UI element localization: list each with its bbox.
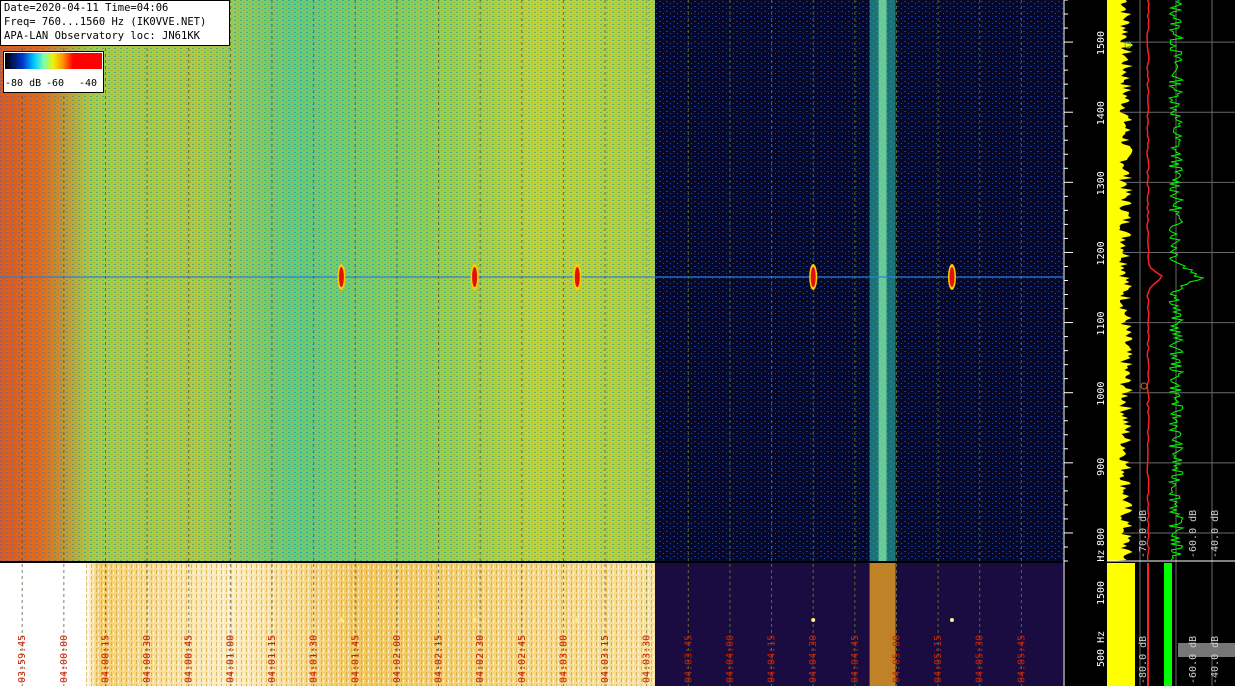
- time-tick-label-17: 04:04:00: [725, 635, 736, 683]
- time-tick-label-11: 04:02:30: [475, 635, 486, 683]
- time-tick-label-12: 04:02:45: [517, 635, 528, 683]
- bottom-spectrum-gray-band: [1178, 643, 1235, 657]
- spectrogram-screen: 800 900 1000 1100 1200 1300 1400 1500 Hz 1500 500 …: [0, 0, 1235, 686]
- time-tick-label-2: 04:00:15: [100, 635, 111, 683]
- time-tick-label-16: 04:03:45: [683, 635, 694, 683]
- color-scale-legend: -80 dB -60 -40: [3, 51, 104, 93]
- frequency-tick-label-2: 1000: [1096, 382, 1107, 406]
- time-tick-label-0: 03:59:45: [17, 635, 28, 683]
- spectrogram-chart: 800 900 1000 1100 1200 1300 1400 1500 Hz 1500 500 …: [0, 0, 1235, 686]
- time-tick-label-20: 04:04:45: [850, 635, 861, 683]
- echo-core-4: [949, 266, 955, 287]
- time-tick-label-15: 04:03:30: [642, 635, 653, 683]
- echo-bottom-2: [575, 618, 580, 622]
- spectrum-panel: -70.0 dB -60.0 dB -40.0 dB -80.0 dB -60.0 dB…: [1107, 0, 1235, 686]
- bottom-spectrum-yellow: [1107, 563, 1135, 686]
- echo-bottom-4: [949, 618, 954, 622]
- time-tick-label-9: 04:02:00: [392, 635, 403, 683]
- time-tick-label-7: 04:01:30: [309, 635, 320, 683]
- date-time-text: Date=2020-04-11 Time=04:06: [4, 2, 169, 14]
- echo-bottom-1: [472, 618, 477, 622]
- echo-core-0: [338, 266, 344, 287]
- bottom-db-label-1: -60.0 dB: [1188, 636, 1199, 684]
- frequency-tick-label-7: 1500: [1096, 31, 1107, 55]
- time-tick-label-13: 04:03:00: [558, 635, 569, 683]
- interference-band-core: [878, 0, 887, 561]
- observatory-text: APA-LAN Observatory loc: JN61KK: [4, 30, 200, 42]
- time-tick-label-19: 04:04:30: [808, 635, 819, 683]
- time-tick-label-18: 04:04:15: [767, 635, 778, 683]
- time-tick-label-10: 04:02:15: [434, 635, 445, 683]
- spectrum-db-label-0: -70.0 dB: [1138, 510, 1149, 558]
- time-tick-label-8: 04:01:45: [350, 635, 361, 683]
- frequency-tick-label-6: 1400: [1096, 101, 1107, 125]
- echo-bottom-3: [811, 618, 816, 622]
- time-tick-label-22: 04:05:15: [933, 635, 944, 683]
- time-tick-label-4: 04:00:45: [184, 635, 195, 683]
- time-tick-label-1: 04:00:00: [59, 635, 70, 683]
- time-tick-label-5: 04:01:00: [225, 635, 236, 683]
- bottom-db-label-0: -80.0 dB: [1138, 636, 1149, 684]
- frequency-tick-label-0: 800: [1096, 528, 1107, 546]
- echo-core-2: [574, 266, 580, 287]
- time-tick-label-3: 04:00:30: [142, 635, 153, 683]
- spectrum-db-label-1: -60.0 dB: [1188, 510, 1199, 558]
- waterfall-dark-texture: [655, 0, 1063, 561]
- time-tick-label-24: 04:05:45: [1016, 635, 1027, 683]
- echo-core-3: [810, 266, 816, 287]
- time-tick-label-21: 04:05:00: [891, 635, 902, 683]
- panel-divider: [0, 561, 1063, 563]
- color-scale-min: -80 dB: [5, 78, 42, 89]
- echo-core-1: [472, 266, 478, 287]
- frequency-tick-label-4: 1200: [1096, 241, 1107, 265]
- info-header: Date=2020-04-11 Time=04:06 Freq= 760...1…: [0, 0, 230, 46]
- color-scale-mid: -60: [46, 78, 65, 89]
- bottom-db-label-2: -40.0 dB: [1210, 636, 1221, 684]
- bottom-spectrum-green: [1164, 563, 1172, 686]
- echo-bottom-0: [339, 618, 344, 622]
- frequency-tick-label-3: 1100: [1096, 311, 1107, 335]
- frequency-tick-label-5: 1300: [1096, 171, 1107, 195]
- time-tick-label-23: 04:05:30: [975, 635, 986, 683]
- frequency-unit-label: Hz: [1096, 550, 1107, 562]
- spectrum-db-label-2: -40.0 dB: [1210, 510, 1221, 558]
- bottom-frequency-label-0: 1500: [1096, 581, 1107, 605]
- color-scale-gradient: [5, 53, 102, 69]
- waterfall-bottom: [0, 561, 1063, 686]
- color-scale-max: -40: [79, 78, 98, 89]
- frequency-range-text: Freq= 760...1560 Hz (IK0VVE.NET): [4, 16, 207, 28]
- bottom-frequency-label-1: 500 Hz: [1096, 631, 1107, 667]
- time-tick-label-6: 04:01:15: [267, 635, 278, 683]
- frequency-tick-label-1: 900: [1096, 458, 1107, 476]
- time-tick-label-14: 04:03:15: [600, 635, 611, 683]
